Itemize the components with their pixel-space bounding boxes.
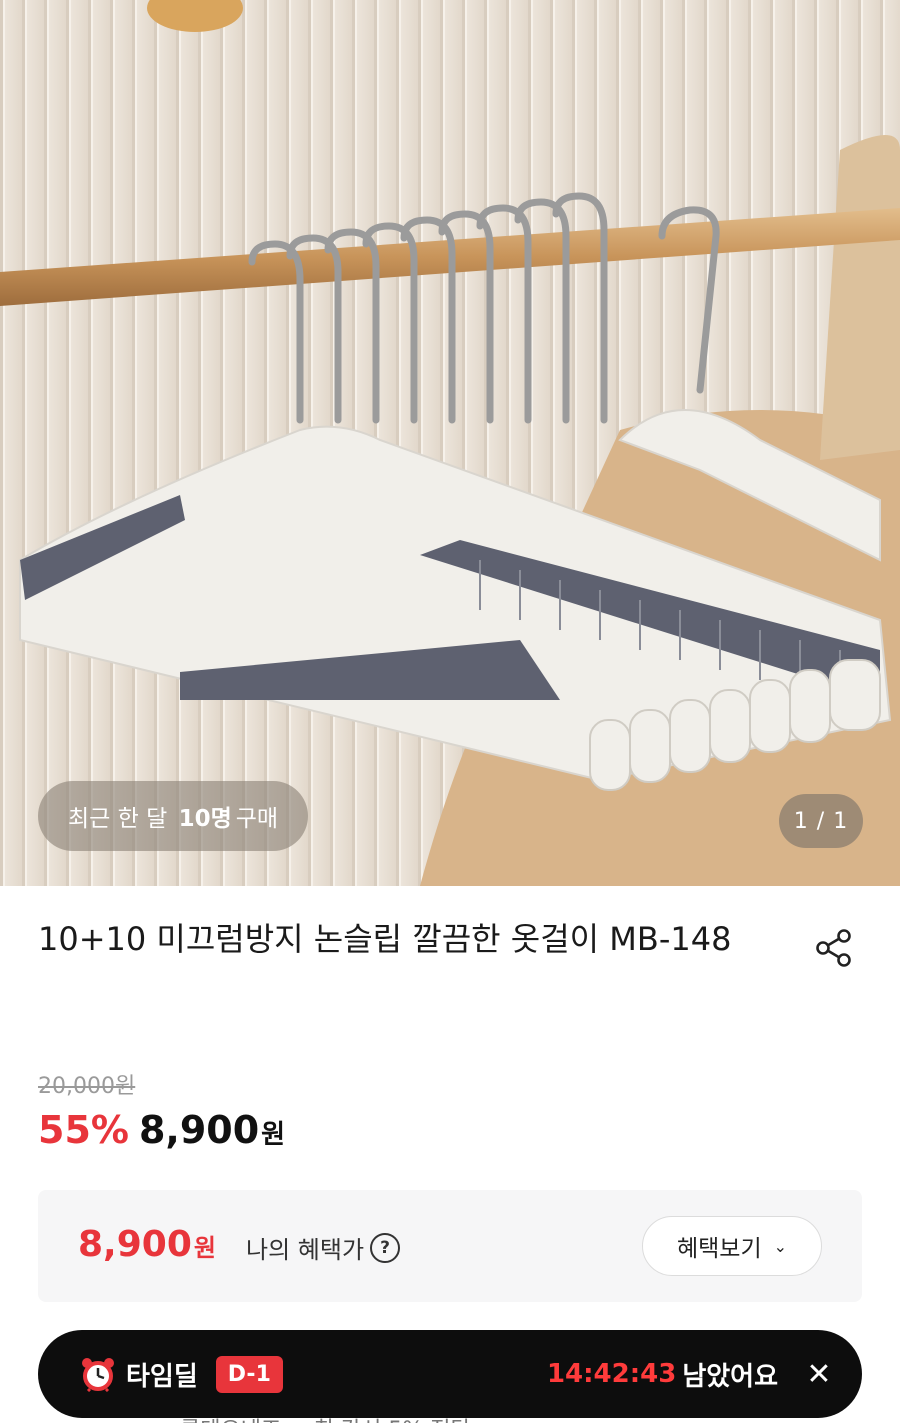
alarm-clock-icon — [82, 1358, 114, 1392]
coupon-peek-text: 롯데오네즈 ~ 최 각시 5% 점답 > — [180, 1412, 496, 1423]
dday-badge: D-1 — [215, 1355, 283, 1393]
timedeal-bar[interactable]: 타임딜 D-1 14:42:43 남았어요 ✕ — [38, 1330, 862, 1418]
view-benefits-button[interactable]: 혜택보기 ⌄ — [642, 1216, 822, 1276]
recent-prefix: 최근 한 달 — [68, 806, 168, 832]
price-row: 55% 8,900 원 — [38, 1108, 285, 1152]
sale-price: 8,900 — [138, 1108, 260, 1152]
help-circle-icon[interactable]: ? — [370, 1232, 401, 1263]
recent-suffix: 구매 — [235, 806, 279, 832]
close-icon[interactable]: ✕ — [802, 1357, 836, 1392]
recent-purchase-badge: 최근 한 달 10명 구매 — [38, 781, 309, 851]
benefit-label: 나의 혜택가 ? — [246, 1230, 401, 1265]
benefit-label-text: 나의 혜택가 — [246, 1236, 365, 1264]
product-title: 10+10 미끄럼방지 논슬립 깔끔한 옷걸이 MB-148 — [38, 920, 732, 958]
benefit-box: 8,900 원 나의 혜택가 ? 혜택보기 ⌄ — [38, 1190, 862, 1302]
benefit-price: 8,900 원 — [78, 1224, 216, 1265]
product-image[interactable]: 최근 한 달 10명 구매 1 / 1 — [0, 0, 900, 886]
original-price: 20,000원 — [38, 1074, 136, 1099]
sale-price-unit: 원 — [261, 1120, 286, 1150]
hanger-photo — [0, 0, 900, 886]
chevron-down-icon: ⌄ — [773, 1236, 788, 1256]
discount-rate: 55% — [38, 1108, 129, 1152]
recent-count: 10명 — [178, 806, 232, 832]
share-icon — [816, 929, 851, 967]
image-counter: 1 / 1 — [779, 794, 863, 848]
share-button[interactable] — [806, 920, 862, 976]
countdown-timer: 14:42:43 — [546, 1359, 677, 1389]
timedeal-label: 타임딜 — [126, 1361, 198, 1392]
benefit-price-value: 8,900 — [78, 1224, 192, 1265]
benefit-price-unit: 원 — [193, 1234, 216, 1262]
remaining-text: 남았어요 — [682, 1361, 778, 1392]
view-benefits-label: 혜택보기 — [676, 1236, 762, 1262]
